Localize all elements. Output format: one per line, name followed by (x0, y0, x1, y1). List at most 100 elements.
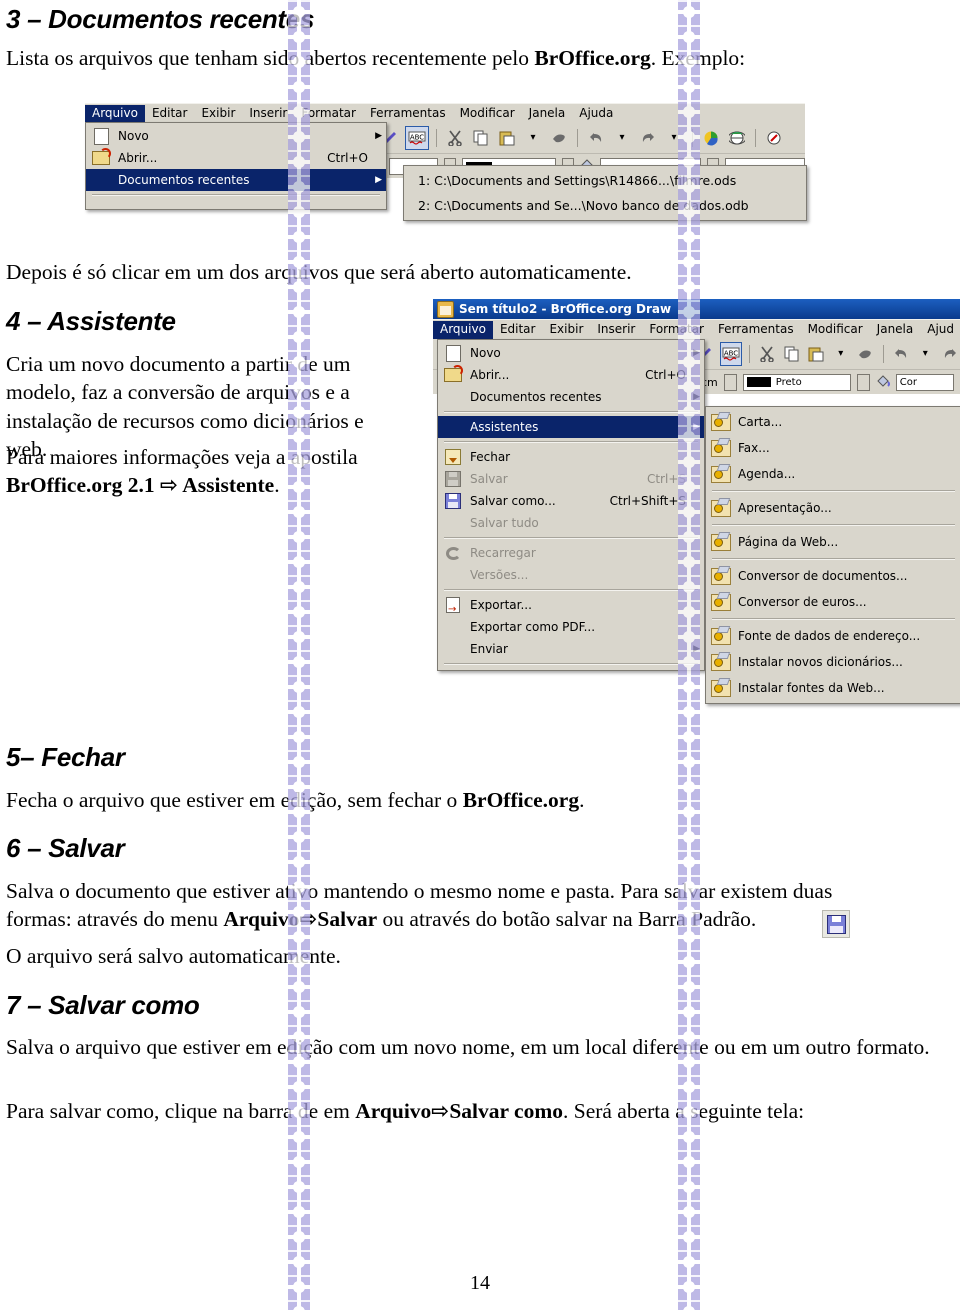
menu-item-salvar-tudo[interactable]: Salvar tudo (438, 512, 704, 534)
clone-formatting-icon[interactable] (548, 127, 570, 149)
recent-document-item[interactable]: 1: C:\Documents and Settings\R14866...\f… (404, 168, 806, 193)
arquivo-dropdown-menu[interactable]: Novo ▶ Abrir... Ctrl+O Documentos recent… (437, 339, 705, 671)
menubar-item-inserir[interactable]: Inserir (242, 105, 294, 123)
menubar-item-inserir[interactable]: Inserir (590, 321, 642, 339)
redo-icon[interactable] (940, 343, 960, 365)
menu-item-versoes[interactable]: Versões... (438, 564, 704, 586)
menu-item-exportar[interactable]: Exportar... (438, 594, 704, 616)
menu-item-recarregar[interactable]: Recarregar (438, 542, 704, 564)
hyperlink-icon[interactable] (763, 127, 785, 149)
section-heading-assistente: 4 – Assistente (6, 306, 176, 336)
copy-icon[interactable] (470, 127, 492, 149)
menu-separator (712, 558, 955, 560)
paste-icon[interactable] (806, 343, 827, 365)
spellcheck-abc-icon[interactable]: ABC (405, 126, 429, 150)
arquivo-dropdown-menu[interactable]: Novo ▶ Abrir... Ctrl+O Documentos recent… (85, 122, 387, 210)
text-run-bold: Assistente (178, 473, 275, 498)
menubar-item-exibir[interactable]: Exibir (194, 105, 242, 123)
menu-item-label: Documentos recentes (470, 390, 602, 404)
chart-pie-icon[interactable] (700, 127, 722, 149)
menubar-item-ferramentas[interactable]: Ferramentas (711, 321, 801, 339)
section-heading-salvar-como: 7 – Salvar como (6, 990, 200, 1020)
menu-item-label: Abrir... (470, 368, 510, 382)
menu-item-documentos-recentes[interactable]: Documentos recentes ▶ (86, 169, 386, 191)
menubar-item-editar[interactable]: Editar (493, 321, 543, 339)
menubar-item-exibir[interactable]: Exibir (542, 321, 590, 339)
menubar-item-arquivo[interactable]: Arquivo (433, 320, 493, 339)
broffice-draw-app-icon (437, 300, 454, 318)
menu-item-abrir[interactable]: Abrir... Ctrl+O (438, 364, 704, 386)
text-run-bold: Arquivo (223, 907, 300, 932)
redo-dropdown-icon[interactable]: ▾ (663, 127, 685, 149)
undo-dropdown-icon[interactable]: ▾ (915, 343, 936, 365)
unit-spinner[interactable] (723, 373, 737, 391)
clone-formatting-icon[interactable] (855, 343, 876, 365)
redo-icon[interactable] (637, 127, 659, 149)
line-color-dropdown-icon[interactable] (856, 373, 870, 391)
menu-item-exportar-como-pdf[interactable]: Exportar como PDF... (438, 616, 704, 638)
menubar-item-ferramentas[interactable]: Ferramentas (363, 105, 453, 123)
undo-icon[interactable] (890, 343, 911, 365)
undo-icon[interactable] (585, 127, 607, 149)
cut-scissors-icon[interactable] (444, 127, 466, 149)
submenu-item-label: Apresentação... (738, 501, 832, 515)
text-run-bold: Salvar (317, 907, 378, 932)
submenu-item-conversor-de-documentos[interactable]: Conversor de documentos... (706, 563, 960, 589)
menu-separator (712, 490, 955, 492)
cut-scissors-icon[interactable] (757, 343, 778, 365)
paste-dropdown-icon[interactable]: ▾ (831, 343, 852, 365)
copy-icon[interactable] (781, 343, 802, 365)
undo-dropdown-icon[interactable]: ▾ (611, 127, 633, 149)
submenu-item-instalar-novos-dicionarios[interactable]: Instalar novos dicionários... (706, 649, 960, 675)
submenu-item-apresentacao[interactable]: Apresentação... (706, 495, 960, 521)
section-7-paragraph-1: Salva o arquivo que estiver em edição co… (6, 1035, 930, 1059)
page-number: 14 (470, 1272, 490, 1294)
paste-dropdown-icon[interactable]: ▾ (522, 127, 544, 149)
menu-item-assistentes[interactable]: Assistentes ▶ (438, 416, 704, 438)
menu-item-partial[interactable] (86, 199, 386, 207)
fill-style-select[interactable]: Cor (895, 373, 954, 391)
line-color-select[interactable]: Preto (742, 373, 851, 391)
submenu-item-pagina-da-web[interactable]: Página da Web... (706, 529, 960, 555)
menubar-item-janela[interactable]: Janela (522, 105, 573, 123)
menubar-item-editar[interactable]: Editar (145, 105, 195, 123)
menu-item-salvar-como[interactable]: Salvar como... Ctrl+Shift+S (438, 490, 704, 512)
menu-item-label: Novo (470, 346, 501, 360)
section-7-paragraph-2: Para salvar como, clique na barra de em … (6, 1097, 946, 1126)
menu-item-novo[interactable]: Novo ▶ (438, 342, 704, 364)
menubar-item-arquivo[interactable]: Arquivo (85, 104, 145, 123)
wizard-icon (710, 679, 732, 697)
menubar-item-modificar[interactable]: Modificar (801, 321, 870, 339)
globe-icon[interactable] (726, 127, 748, 149)
menubar-item-janela[interactable]: Janela (870, 321, 921, 339)
menu-item-salvar[interactable]: Salvar Ctrl+S (438, 468, 704, 490)
submenu-item-fonte-de-dados-de-endereco[interactable]: Fonte de dados de endereço... (706, 623, 960, 649)
paste-icon[interactable] (496, 127, 518, 149)
submenu-item-agenda[interactable]: Agenda... (706, 461, 960, 487)
menu-item-documentos-recentes[interactable]: Documentos recentes ▶ (438, 386, 704, 408)
menu-item-shortcut: Ctrl+S (646, 472, 686, 486)
recent-document-item[interactable]: 2: C:\Documents and Se...\Novo banco de … (404, 193, 806, 218)
menubar-item-ajuda[interactable]: Ajud (920, 321, 960, 339)
menu-item-enviar[interactable]: Enviar ▶ (438, 638, 704, 660)
submenu-item-label: Agenda... (738, 467, 796, 481)
spellcheck-abc-icon[interactable]: ABC (719, 342, 743, 366)
menubar-item-modificar[interactable]: Modificar (453, 105, 522, 123)
documentos-recentes-submenu[interactable]: 1: C:\Documents and Settings\R14866...\f… (403, 165, 807, 221)
menubar-item-formatar[interactable]: Formatar (294, 105, 363, 123)
menubar[interactable]: Arquivo Editar Exibir Inserir Formatar F… (85, 103, 805, 123)
menubar-item-ajuda[interactable]: Ajuda (572, 105, 620, 123)
menu-item-fechar[interactable]: Fechar (438, 446, 704, 468)
submenu-item-carta[interactable]: Carta... (706, 409, 960, 435)
submenu-item-conversor-de-euros[interactable]: Conversor de euros... (706, 589, 960, 615)
submenu-item-instalar-fontes-da-web[interactable]: Instalar fontes da Web... (706, 675, 960, 701)
assistentes-submenu[interactable]: Carta... Fax... Agenda... Apresentação..… (705, 406, 960, 704)
menu-item-shortcut: Ctrl+O (327, 151, 368, 165)
paint-bucket-icon[interactable] (876, 374, 890, 391)
menu-item-novo[interactable]: Novo ▶ (86, 125, 386, 147)
menubar-item-formatar[interactable]: Formatar (642, 321, 711, 339)
menubar[interactable]: Arquivo Editar Exibir Inserir Formatar F… (433, 319, 960, 339)
menu-separator (444, 441, 698, 443)
submenu-item-fax[interactable]: Fax... (706, 435, 960, 461)
menu-item-abrir[interactable]: Abrir... Ctrl+O (86, 147, 386, 169)
